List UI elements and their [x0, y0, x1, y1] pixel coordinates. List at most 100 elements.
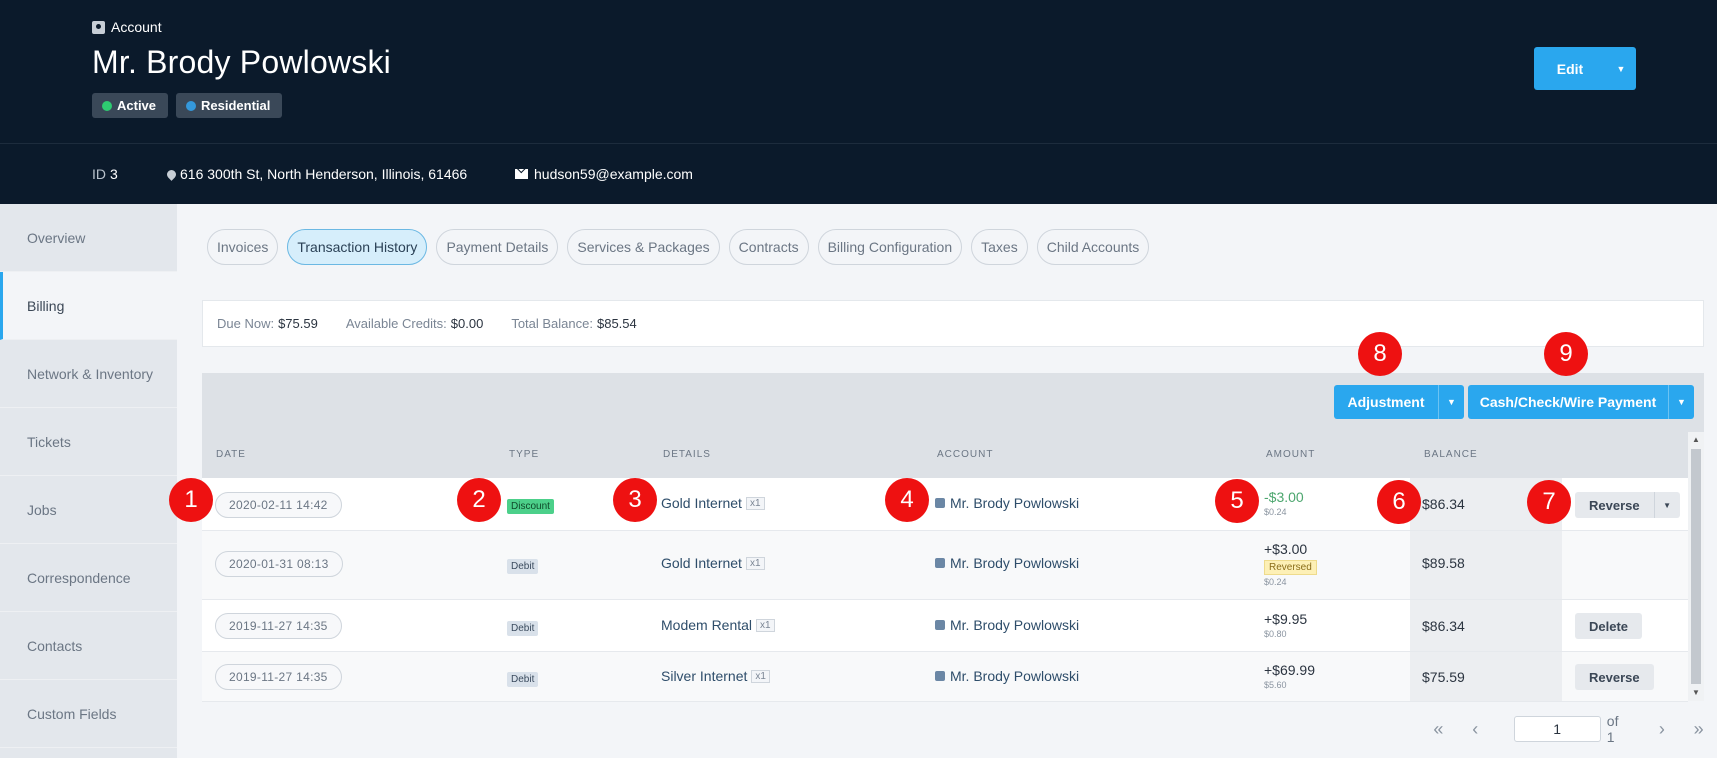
balance-cell: $86.34	[1422, 496, 1465, 512]
last-page-icon[interactable]: »	[1680, 719, 1717, 740]
transaction-toolbar: Adjustment ▼ Cash/Check/Wire Payment ▼	[202, 373, 1704, 432]
tab-contracts[interactable]: Contracts	[728, 229, 809, 265]
column-amount[interactable]: AMOUNT	[1266, 449, 1315, 460]
chevron-down-icon[interactable]: ▼	[1668, 385, 1694, 419]
delete-button-label[interactable]: Delete	[1575, 619, 1642, 634]
amount-cell: +$9.95 $0.80	[1264, 611, 1307, 639]
reverse-button[interactable]: Reverse	[1575, 664, 1654, 690]
sidebar-item-contacts[interactable]: Contacts	[0, 612, 177, 680]
amount-cell: -$3.00 $0.24	[1264, 489, 1304, 517]
sidebar-item-billing[interactable]: Billing	[0, 272, 177, 340]
details-cell[interactable]: Modem Rental x1	[661, 617, 775, 633]
table-row[interactable]: 2020-02-11 14:42 Discount Gold Internet x…	[202, 478, 1688, 531]
account-link[interactable]: Mr. Brody Powlowski	[950, 555, 1079, 571]
chevron-down-icon[interactable]: ▼	[1653, 492, 1680, 518]
date-pill: 2020-02-11 14:42	[215, 492, 342, 518]
green-dot-icon	[102, 100, 112, 111]
adjustment-button[interactable]: Adjustment ▼	[1334, 385, 1464, 419]
envelope-icon	[515, 169, 528, 179]
account-link[interactable]: Mr. Brody Powlowski	[950, 617, 1079, 633]
quantity-badge: x1	[745, 556, 765, 570]
column-balance[interactable]: BALANCE	[1424, 449, 1478, 460]
tab-transaction-history[interactable]: Transaction History	[287, 229, 428, 265]
tab-invoices[interactable]: Invoices	[207, 229, 279, 265]
account-email[interactable]: hudson59@example.com	[515, 166, 693, 182]
sidebar-item-jobs[interactable]: Jobs	[0, 476, 177, 544]
date-pill: 2019-11-27 14:35	[215, 664, 342, 690]
amount-cell: +$3.00 Reversed $0.24	[1264, 541, 1317, 587]
first-page-icon[interactable]: «	[1420, 719, 1457, 740]
details-link[interactable]: Silver Internet	[661, 668, 747, 684]
payment-button-label[interactable]: Cash/Check/Wire Payment	[1468, 385, 1668, 419]
tab-payment-details[interactable]: Payment Details	[436, 229, 559, 265]
account-address[interactable]: 616 300th St, North Henderson, Illinois,…	[165, 166, 467, 182]
edit-button-label[interactable]: Edit	[1534, 47, 1606, 90]
amount-tax: $5.60	[1264, 680, 1287, 690]
details-link[interactable]: Modem Rental	[661, 617, 752, 633]
table-scrollbar[interactable]: ▲ ▼	[1688, 432, 1704, 701]
tab-taxes[interactable]: Taxes	[971, 229, 1028, 265]
next-page-icon[interactable]: ›	[1643, 719, 1680, 740]
details-cell[interactable]: Gold Internet x1	[661, 555, 765, 571]
page-number-input[interactable]: 1	[1513, 716, 1601, 742]
badge-label: Active	[117, 98, 157, 113]
chevron-down-icon[interactable]: ▼	[1606, 47, 1636, 90]
reverse-button[interactable]: Reverse ▼	[1575, 492, 1680, 518]
amount-value: +$69.99	[1264, 662, 1315, 678]
scroll-up-icon[interactable]: ▲	[1692, 435, 1700, 444]
details-link[interactable]: Gold Internet	[661, 495, 742, 511]
prev-page-icon[interactable]: ‹	[1457, 719, 1494, 740]
type-cell: Discount	[507, 496, 554, 514]
sidebar-item-correspondence[interactable]: Correspondence	[0, 544, 177, 612]
tab-services-packages[interactable]: Services & Packages	[567, 229, 720, 265]
annotation-marker: 5	[1215, 479, 1259, 523]
transaction-table: DATE TYPE DETAILS ACCOUNT AMOUNT BALANCE…	[202, 432, 1688, 702]
details-cell[interactable]: Gold Internet x1	[661, 495, 765, 511]
date-pill: 2019-11-27 14:35	[215, 613, 342, 639]
details-cell[interactable]: Silver Internet x1	[661, 668, 770, 684]
column-account[interactable]: ACCOUNT	[937, 449, 993, 460]
adjustment-button-label[interactable]: Adjustment	[1334, 385, 1438, 419]
sidebar-item-network-inventory[interactable]: Network & Inventory	[0, 340, 177, 408]
edit-button[interactable]: Edit ▼	[1534, 47, 1636, 90]
account-icon	[935, 671, 945, 681]
tab-child-accounts[interactable]: Child Accounts	[1036, 229, 1150, 265]
amount-value: -$3.00	[1264, 489, 1304, 505]
reverse-button-label[interactable]: Reverse	[1575, 670, 1654, 685]
account-info-bar: ID 3 616 300th St, North Henderson, Illin…	[0, 144, 1717, 204]
annotation-marker: 1	[169, 478, 213, 522]
balance-summary: Due Now: $75.59 Available Credits: $0.00 T…	[202, 300, 1704, 347]
column-type[interactable]: TYPE	[509, 449, 539, 460]
account-cell[interactable]: Mr. Brody Powlowski	[935, 495, 1079, 511]
account-cell[interactable]: Mr. Brody Powlowski	[935, 668, 1079, 684]
column-date[interactable]: DATE	[216, 449, 246, 460]
delete-button[interactable]: Delete	[1575, 613, 1643, 639]
account-cell[interactable]: Mr. Brody Powlowski	[935, 617, 1079, 633]
annotation-marker: 4	[885, 478, 929, 522]
table-row[interactable]: 2019-11-27 14:35 Debit Modem Rental x1 Mr…	[202, 600, 1688, 652]
annotation-marker: 6	[1377, 480, 1421, 524]
cash-check-wire-payment-button[interactable]: Cash/Check/Wire Payment ▼	[1468, 385, 1694, 419]
table-row[interactable]: 2020-01-31 08:13 Debit Gold Internet x1 M…	[202, 531, 1688, 600]
scroll-thumb[interactable]	[1691, 449, 1701, 684]
address-text[interactable]: 616 300th St, North Henderson, Illinois,…	[180, 166, 467, 182]
type-badge: Debit	[507, 621, 539, 636]
table-row[interactable]: 2019-11-27 14:35 Debit Silver Internet x1…	[202, 652, 1688, 702]
account-link[interactable]: Mr. Brody Powlowski	[950, 668, 1079, 684]
details-link[interactable]: Gold Internet	[661, 555, 742, 571]
scroll-down-icon[interactable]: ▼	[1692, 688, 1700, 697]
annotation-marker: 7	[1527, 480, 1571, 524]
account-cell[interactable]: Mr. Brody Powlowski	[935, 555, 1079, 571]
account-link[interactable]: Mr. Brody Powlowski	[950, 495, 1079, 511]
chevron-down-icon[interactable]: ▼	[1438, 385, 1464, 419]
sidebar-item-custom-fields[interactable]: Custom Fields	[0, 680, 177, 748]
email-text[interactable]: hudson59@example.com	[534, 166, 693, 182]
credits-value: $0.00	[450, 316, 484, 331]
id-value: 3	[110, 166, 118, 182]
reverse-button-label[interactable]: Reverse	[1575, 498, 1654, 513]
sidebar-item-tickets[interactable]: Tickets	[0, 408, 177, 476]
account-icon	[935, 558, 945, 568]
column-details[interactable]: DETAILS	[663, 449, 711, 460]
tab-billing-configuration[interactable]: Billing Configuration	[817, 229, 963, 265]
sidebar-item-overview[interactable]: Overview	[0, 204, 177, 272]
